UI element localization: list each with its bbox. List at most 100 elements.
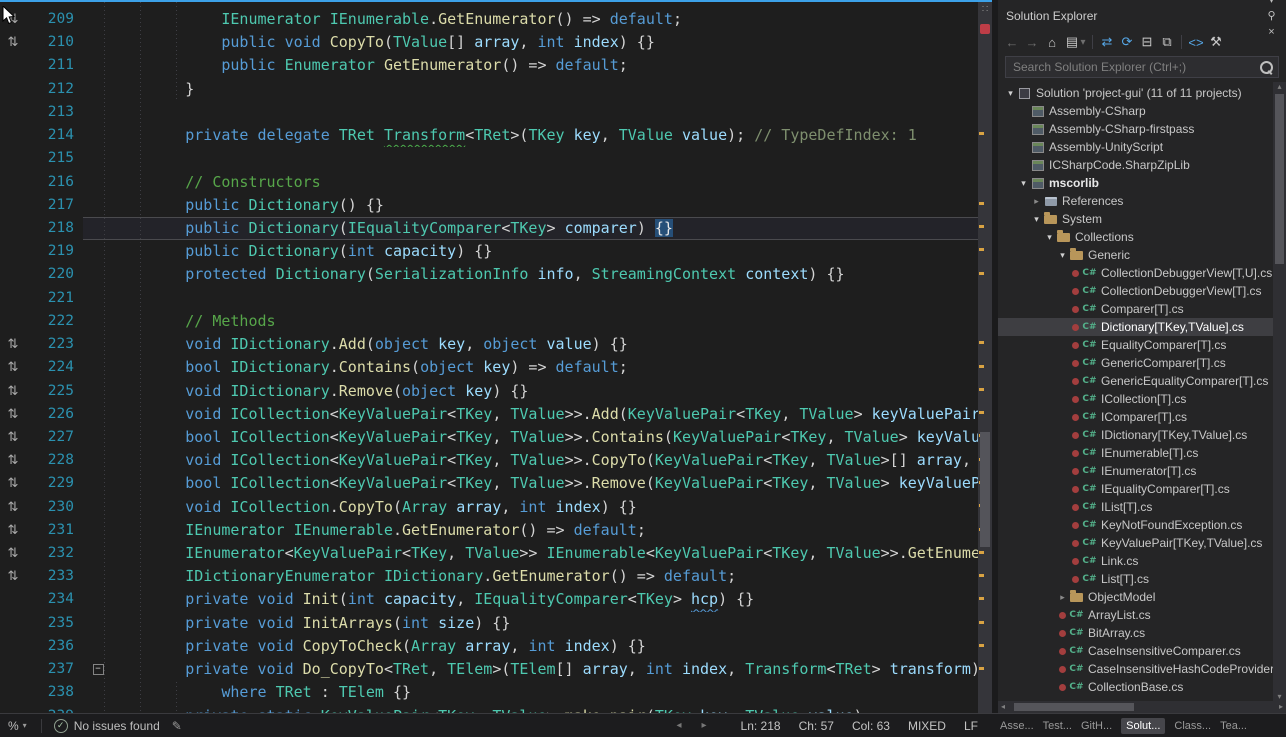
expander[interactable]: ▾	[1043, 232, 1056, 243]
tree-item[interactable]: C#BitArray.cs	[998, 624, 1273, 642]
zoom-control[interactable]: % ▾	[0, 719, 35, 733]
splitter-gripper-icon[interactable]: ∷	[978, 2, 992, 20]
code-line[interactable]: ⇅210 public void CopyTo(TValue[] array, …	[0, 31, 978, 54]
line-number[interactable]: 213	[26, 101, 83, 124]
code-line[interactable]: 234 private void Init(int capacity, IEqu…	[0, 588, 978, 611]
implements-glyph-icon[interactable]: ⇅	[0, 8, 26, 31]
line-number[interactable]: 221	[26, 287, 83, 310]
tree-item[interactable]: C#KeyValuePair[TKey,TValue].cs	[998, 534, 1273, 552]
line-number[interactable]: 209	[26, 8, 83, 31]
code-line[interactable]: 214 private delegate TRet Transform<TRet…	[0, 124, 978, 147]
tree-item[interactable]: ▾mscorlib	[998, 174, 1273, 192]
code-line[interactable]: 221	[0, 287, 978, 310]
scroll-right-icon[interactable]: ▸	[1279, 701, 1283, 713]
code-line[interactable]: ⇅225 void IDictionary.Remove(object key)…	[0, 380, 978, 403]
view-code-icon[interactable]: <>	[1186, 32, 1206, 52]
implements-glyph-icon[interactable]: ⇅	[0, 449, 26, 472]
tree-item[interactable]: ▾Generic	[998, 246, 1273, 264]
editor-vertical-scrollbar[interactable]: ∷	[978, 2, 992, 713]
tree-item[interactable]: C#GenericComparer[T].cs	[998, 354, 1273, 372]
line-number[interactable]: 228	[26, 449, 83, 472]
line-number[interactable]: 239	[26, 705, 83, 713]
tree-item[interactable]: C#IEnumerator[T].cs	[998, 462, 1273, 480]
line-number[interactable]: 214	[26, 124, 83, 147]
scroll-down-icon[interactable]: ▾	[1273, 692, 1286, 701]
implements-glyph-icon[interactable]: ⇅	[0, 542, 26, 565]
tree-item[interactable]: C#Dictionary[TKey,TValue].cs	[998, 318, 1273, 336]
code-line[interactable]: 212 }	[0, 78, 978, 101]
implements-glyph-icon[interactable]: ⇅	[0, 472, 26, 495]
code-line[interactable]: ⇅231 IEnumerator IEnumerable.GetEnumerat…	[0, 519, 978, 542]
collapse-all-icon[interactable]: ⊟	[1137, 32, 1157, 52]
code-line[interactable]: 218 public Dictionary(IEqualityComparer<…	[0, 217, 978, 240]
error-indicator-icon[interactable]	[980, 24, 990, 34]
tool-window-tab-asse[interactable]: Asse...	[1000, 720, 1034, 732]
tree-item[interactable]: C#Comparer[T].cs	[998, 300, 1273, 318]
scroll-up-icon[interactable]: ▴	[1273, 82, 1286, 91]
code-line[interactable]: ⇅233 IDictionaryEnumerator IDictionary.G…	[0, 565, 978, 588]
line-number[interactable]: 230	[26, 496, 83, 519]
expander[interactable]: ▾	[1017, 178, 1030, 189]
code-line[interactable]: 216 // Constructors	[0, 171, 978, 194]
line-number[interactable]: 229	[26, 472, 83, 495]
implements-glyph-icon[interactable]: ⇅	[0, 31, 26, 54]
expander[interactable]: ▾	[1030, 214, 1043, 225]
tree-item[interactable]: Assembly-CSharp-firstpass	[998, 120, 1273, 138]
code-area[interactable]: ⇅209 IEnumerator IEnumerable.GetEnumerat…	[0, 2, 978, 713]
tree-item[interactable]: ▾Solution 'project-gui' (11 of 11 projec…	[998, 84, 1273, 102]
hscroll-right-icon[interactable]: ▸	[692, 720, 717, 731]
tree-item[interactable]: C#IList[T].cs	[998, 498, 1273, 516]
line-number[interactable]: 223	[26, 333, 83, 356]
expander[interactable]: ▾	[1056, 250, 1069, 261]
tree-item[interactable]: C#IDictionary[TKey,TValue].cs	[998, 426, 1273, 444]
expander[interactable]: ▾	[1004, 88, 1017, 99]
tool-window-tab-class[interactable]: Class...	[1174, 720, 1211, 732]
code-line[interactable]: ⇅227 bool ICollection<KeyValuePair<TKey,…	[0, 426, 978, 449]
line-number[interactable]: 235	[26, 612, 83, 635]
scroll-left-icon[interactable]: ◂	[1001, 701, 1005, 713]
tree-item[interactable]: C#Link.cs	[998, 552, 1273, 570]
tree-item[interactable]: C#List[T].cs	[998, 570, 1273, 588]
tree-item[interactable]: C#ArrayList.cs	[998, 606, 1273, 624]
line-number[interactable]: 226	[26, 403, 83, 426]
implements-glyph-icon[interactable]: ⇅	[0, 426, 26, 449]
tree-item[interactable]: ▸References	[998, 192, 1273, 210]
code-line[interactable]: 217 public Dictionary() {}	[0, 194, 978, 217]
show-all-files-icon[interactable]: ⧉	[1157, 32, 1177, 52]
tree-item[interactable]: C#IComparer[T].cs	[998, 408, 1273, 426]
implements-glyph-icon[interactable]: ⇅	[0, 519, 26, 542]
home-icon[interactable]: ⌂	[1042, 32, 1062, 52]
implements-glyph-icon[interactable]: ⇅	[0, 403, 26, 426]
tree-item[interactable]: C#CollectionDebuggerView[T].cs	[998, 282, 1273, 300]
hscroll-left-icon[interactable]: ◂	[666, 720, 691, 731]
code-editor[interactable]: ⇅209 IEnumerator IEnumerable.GetEnumerat…	[0, 2, 978, 713]
tree-item[interactable]: C#IEqualityComparer[T].cs	[998, 480, 1273, 498]
tree-item[interactable]: C#ICollection[T].cs	[998, 390, 1273, 408]
tree-horizontal-scrollbar[interactable]: ◂ ▸	[998, 701, 1286, 713]
line-number[interactable]: 217	[26, 194, 83, 217]
line-number[interactable]: 231	[26, 519, 83, 542]
code-line[interactable]: 213	[0, 101, 978, 124]
line-number[interactable]: 220	[26, 263, 83, 286]
line-number[interactable]: 212	[26, 78, 83, 101]
chevron-down-icon[interactable]: ▾	[1078, 32, 1088, 52]
code-line[interactable]: 215	[0, 147, 978, 170]
line-number[interactable]: 233	[26, 565, 83, 588]
tree-item[interactable]: C#CaseInsensitiveHashCodeProvider.cs	[998, 660, 1273, 678]
chevron-expanded-icon[interactable]: ▾	[1008, 88, 1013, 99]
properties-icon[interactable]: ⚒	[1206, 32, 1226, 52]
line-number[interactable]: 216	[26, 171, 83, 194]
code-line[interactable]: 222 // Methods	[0, 310, 978, 333]
chevron-collapsed-icon[interactable]: ▸	[1034, 196, 1039, 207]
tree-item[interactable]: ▾Collections	[998, 228, 1273, 246]
line-number[interactable]: 225	[26, 380, 83, 403]
tree-item[interactable]: C#GenericEqualityComparer[T].cs	[998, 372, 1273, 390]
tool-window-tab-test[interactable]: Test...	[1043, 720, 1072, 732]
panel-titlebar[interactable]: Solution Explorer ▾⚲×	[998, 0, 1286, 29]
document-health-indicator[interactable]: ✓ No issues found	[48, 719, 166, 733]
scrollbar-thumb[interactable]	[980, 432, 990, 547]
refresh-icon[interactable]: ⟳	[1117, 32, 1137, 52]
tree-item[interactable]: C#EqualityComparer[T].cs	[998, 336, 1273, 354]
tree-item[interactable]: ▸ObjectModel	[998, 588, 1273, 606]
implements-glyph-icon[interactable]: ⇅	[0, 380, 26, 403]
